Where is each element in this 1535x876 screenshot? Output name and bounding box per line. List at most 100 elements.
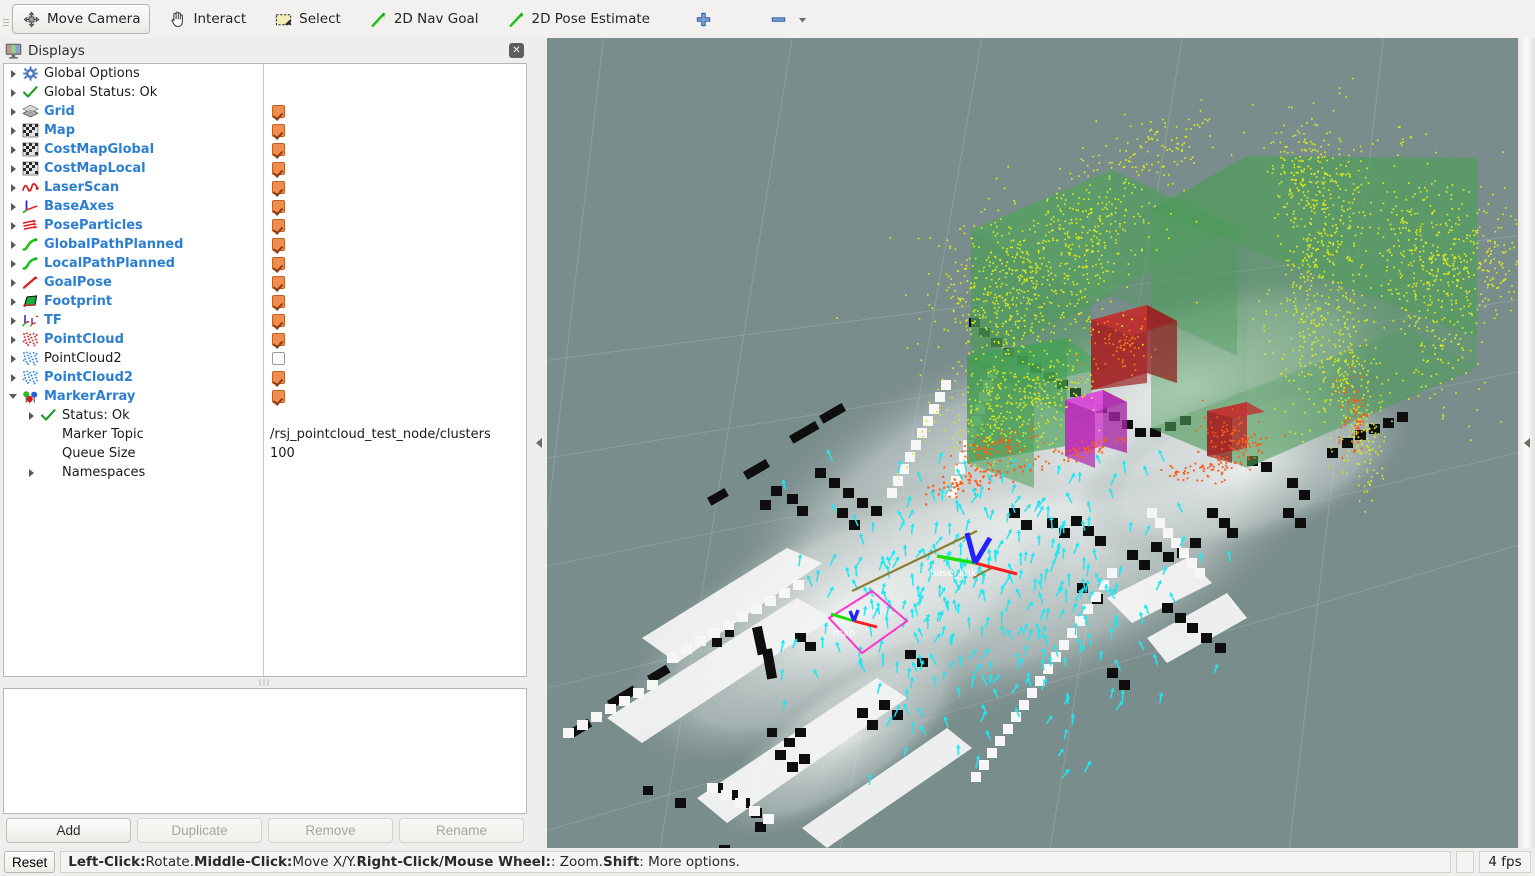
hand-cursor-icon [172,11,184,27]
tree-row[interactable]: MarkerArray [4,387,526,406]
tree-row[interactable]: Global Options [4,64,526,83]
chevron-right-icon[interactable] [26,467,37,478]
tree-row[interactable]: Grid [4,102,526,121]
path-icon [22,238,38,251]
chevron-right-icon[interactable] [8,201,19,212]
tree-row[interactable]: PointCloud [4,330,526,349]
tree-item-label: GoalPose [44,275,112,290]
chevron-right-icon[interactable] [8,220,19,231]
chevron-right-icon[interactable] [8,106,19,117]
chevron-right-icon[interactable] [8,182,19,193]
path-icon [22,257,38,270]
tree-row[interactable]: Global Status: Ok [4,83,526,102]
tree-item-value[interactable]: /rsj_pointcloud_test_node/clusters [270,427,491,442]
tree-row[interactable]: GlobalPathPlanned [4,235,526,254]
tree-item-label: PoseParticles [44,218,143,233]
chevron-right-icon[interactable] [8,277,19,288]
rename-button[interactable]: Rename [399,818,524,843]
displays-tree[interactable]: Global Options Global Status: Ok Grid Map Co… [3,63,527,677]
tree-row[interactable]: Map [4,121,526,140]
laserscan-icon [22,183,39,192]
chevron-right-icon[interactable] [8,258,19,269]
chevron-right-icon[interactable] [8,353,19,364]
panel-splitter-horizontal[interactable] [0,677,530,688]
status-hint-value: Move X/Y. [292,854,357,870]
tree-row[interactable]: PointCloud2 [4,368,526,387]
tree-item-checkbox[interactable] [272,352,285,365]
remove-tool-button[interactable] [759,4,818,34]
collapse-left-icon[interactable] [1523,438,1530,448]
tree-item-value[interactable]: 100 [270,446,295,461]
add-button[interactable]: Add [6,818,131,843]
chevron-down-icon[interactable] [797,14,808,25]
tree-row[interactable]: Status: Ok [4,406,526,425]
tree-item-checkbox[interactable] [272,124,285,137]
tree-item-checkbox[interactable] [272,314,285,327]
tree-item-checkbox[interactable] [272,105,285,118]
chevron-right-icon[interactable] [8,125,19,136]
tool-select[interactable]: Select [264,4,351,34]
chevron-right-icon[interactable] [8,239,19,250]
toolbar-drag-grip[interactable] [0,0,12,38]
duplicate-button[interactable]: Duplicate [137,818,262,843]
collapse-left-icon[interactable] [535,438,542,448]
3d-render-view[interactable]: base_link map [547,38,1518,848]
chevron-right-icon[interactable] [8,144,19,155]
splitter-right[interactable] [1518,38,1535,848]
status-hint-key: Right-Click/Mouse Wheel: [356,854,551,870]
tree-item-checkbox[interactable] [272,295,285,308]
tree-item-label: Queue Size [62,446,136,461]
markerarray-icon [23,391,38,404]
chevron-right-icon[interactable] [8,68,19,79]
tree-item-checkbox[interactable] [272,219,285,232]
tool-label: Move Camera [47,11,141,27]
tree-item-checkbox[interactable] [272,143,285,156]
chevron-right-icon[interactable] [8,334,19,345]
add-tool-button[interactable] [684,4,723,34]
tree-item-checkbox[interactable] [272,371,285,384]
chevron-right-icon[interactable] [8,315,19,326]
display-properties-panel[interactable] [3,688,527,814]
tree-row[interactable]: GoalPose [4,273,526,292]
tree-item-checkbox[interactable] [272,390,285,403]
tree-item-checkbox[interactable] [272,276,285,289]
tool-2d-nav-goal[interactable]: 2D Nav Goal [359,4,489,34]
tree-item-checkbox[interactable] [272,333,285,346]
chevron-down-icon[interactable] [8,391,19,402]
tree-item-checkbox[interactable] [272,257,285,270]
tool-2d-pose-estimate[interactable]: 2D Pose Estimate [497,4,660,34]
tree-row[interactable]: BaseAxes [4,197,526,216]
tool-move-camera[interactable]: Move Camera [12,4,151,34]
tree-row[interactable]: Namespaces [4,463,526,482]
tree-item-checkbox[interactable] [272,162,285,175]
tool-interact[interactable]: Interact [158,4,256,34]
close-icon[interactable]: ✕ [509,43,524,58]
tree-row[interactable]: Footprint [4,292,526,311]
tree-row[interactable]: LocalPathPlanned [4,254,526,273]
chevron-right-icon[interactable] [8,296,19,307]
map-icon [22,142,39,157]
tree-item-checkbox[interactable] [272,200,285,213]
pointcloud-blue-icon [22,370,39,385]
tree-row[interactable]: TF [4,311,526,330]
tree-row[interactable]: CostMapGlobal [4,140,526,159]
tree-row[interactable]: Marker Topic/rsj_pointcloud_test_node/cl… [4,425,526,444]
green-arrow-icon [371,12,385,27]
tree-item-label: Global Status: Ok [44,85,158,100]
tree-item-label: Global Options [44,66,140,81]
tree-item-label: LaserScan [44,180,120,195]
tree-row[interactable]: LaserScan [4,178,526,197]
tree-row[interactable]: CostMapLocal [4,159,526,178]
reset-button[interactable]: Reset [4,851,56,873]
splitter-left[interactable] [530,38,547,848]
chevron-right-icon[interactable] [8,87,19,98]
tree-item-checkbox[interactable] [272,181,285,194]
tree-row[interactable]: Queue Size 100 [4,444,526,463]
chevron-right-icon[interactable] [8,372,19,383]
remove-button[interactable]: Remove [268,818,393,843]
tree-row[interactable]: PointCloud2 [4,349,526,368]
chevron-right-icon[interactable] [8,163,19,174]
chevron-right-icon[interactable] [26,410,37,421]
tree-row[interactable]: PoseParticles [4,216,526,235]
tree-item-checkbox[interactable] [272,238,285,251]
